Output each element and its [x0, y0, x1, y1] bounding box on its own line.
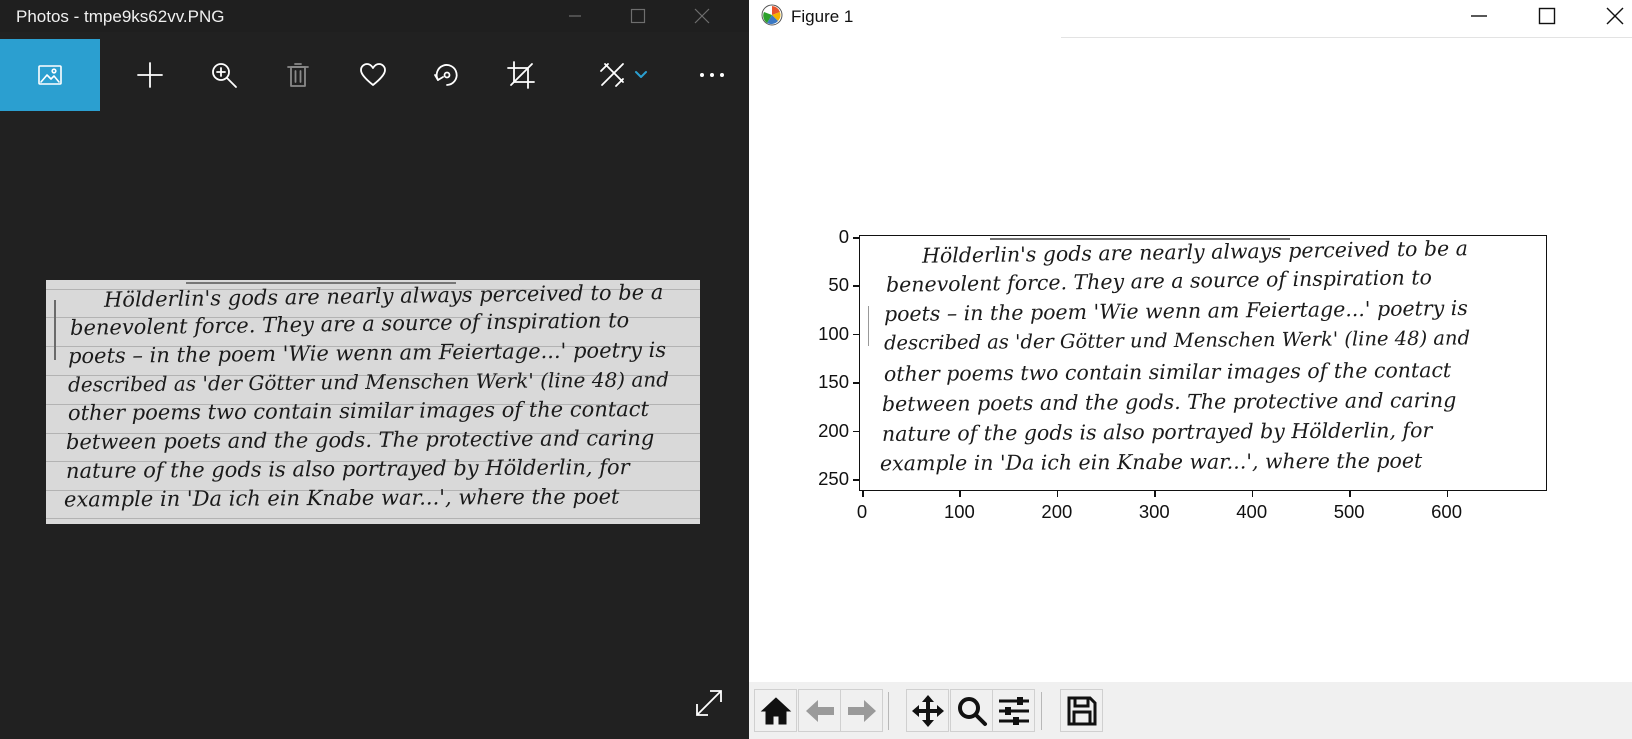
full-screen-button[interactable]	[692, 686, 726, 720]
configure-subplots-icon	[998, 696, 1029, 725]
close-icon	[694, 8, 710, 24]
handwritten-line: nature of the gods is also portrayed by …	[65, 455, 630, 483]
x-tick-label: 100	[943, 501, 975, 522]
pan-button[interactable]	[906, 689, 949, 732]
maximize-button[interactable]	[615, 0, 661, 32]
handwritten-line: example in 'Da ich ein Knabe war...', wh…	[63, 484, 620, 512]
delete-icon	[287, 63, 309, 87]
maximize-button[interactable]	[1524, 0, 1570, 32]
x-tick-mark	[959, 491, 961, 497]
rotate-button[interactable]	[415, 39, 479, 111]
handwritten-line: benevolent force. They are a source of i…	[69, 308, 630, 340]
favorite-button[interactable]	[341, 39, 405, 111]
x-tick-mark	[1349, 491, 1351, 497]
chevron-down-icon	[635, 71, 647, 78]
displayed-image: Hölderlin's gods are nearly always perce…	[46, 280, 700, 524]
x-tick-mark	[1251, 491, 1254, 497]
back-icon	[805, 699, 834, 722]
view-photo-button[interactable]	[0, 39, 100, 111]
photos-title-bar: Photos - tmpe9ks62vv.PNG	[0, 0, 749, 32]
zoom-icon	[212, 63, 237, 88]
more-icon	[700, 73, 724, 77]
x-tick-label: 600	[1431, 501, 1462, 522]
minimize-icon	[569, 15, 581, 17]
handwritten-line: described as 'der Götter und Menschen We…	[67, 367, 670, 397]
maximize-icon	[630, 8, 646, 24]
photos-toolbar	[0, 39, 749, 111]
add-button[interactable]	[118, 39, 182, 111]
handwritten-line: other poems two contain similar images o…	[883, 358, 1452, 386]
x-tick-mark	[1056, 491, 1059, 497]
crop-icon	[507, 61, 535, 89]
x-tick-label: 400	[1236, 501, 1268, 522]
crop-button[interactable]	[489, 39, 553, 111]
photos-window: Photos - tmpe9ks62vv.PNG Hölderlin's god…	[0, 0, 749, 739]
handwritten-line: poets – in the poem 'Wie wenn am Feierta…	[883, 295, 1468, 327]
minimize-button[interactable]	[552, 0, 598, 32]
figure-window-title: Figure 1	[791, 7, 854, 26]
close-button[interactable]	[1592, 0, 1632, 32]
x-tick-mark	[1446, 491, 1449, 497]
zoom-button[interactable]	[192, 39, 256, 111]
handwritten-line: Hölderlin's gods are nearly always perce…	[103, 280, 664, 312]
handwritten-line: poets – in the poem 'Wie wenn am Feierta…	[67, 337, 667, 369]
y-tick-label: 250	[818, 468, 849, 490]
photos-window-title: Photos - tmpe9ks62vv.PNG	[16, 7, 225, 26]
handwritten-line: other poems two contain similar images o…	[67, 396, 650, 426]
edit-create-button[interactable]	[581, 39, 665, 111]
favorite-icon	[360, 63, 386, 86]
x-tick-label: 500	[1333, 501, 1365, 522]
close-icon	[1606, 7, 1624, 25]
back-button[interactable]	[798, 689, 841, 732]
home-button[interactable]	[754, 689, 797, 732]
photo-icon	[38, 65, 62, 85]
forward-icon	[847, 699, 876, 722]
x-tick-mark	[862, 491, 864, 497]
y-tick-label: 100	[818, 322, 849, 344]
maximize-icon	[1538, 7, 1556, 25]
minimize-icon	[1471, 15, 1487, 17]
expand-icon	[696, 690, 722, 716]
add-icon	[137, 62, 163, 88]
handwritten-line: described as 'der Götter und Menschen We…	[883, 326, 1471, 355]
rotate-icon	[434, 64, 458, 86]
figure-window: Figure 1 0 50 100 150 200 250 0 100 200 300 400 50…	[749, 0, 1632, 739]
handwritten-line: nature of the gods is also portrayed by …	[881, 418, 1433, 446]
y-tick-label: 50	[828, 274, 849, 296]
y-tick-label: 0	[838, 226, 849, 247]
x-tick-mark	[1154, 491, 1156, 497]
more-options-button[interactable]	[680, 39, 744, 111]
home-icon	[760, 696, 791, 724]
handwritten-line: example in 'Da ich ein Knabe war...', wh…	[879, 448, 1423, 476]
save-icon	[1067, 696, 1096, 725]
handwritten-line: Hölderlin's gods are nearly always perce…	[921, 236, 1469, 268]
close-button[interactable]	[679, 0, 725, 32]
minimize-button[interactable]	[1456, 0, 1502, 32]
y-tick-label: 200	[818, 419, 849, 441]
zoom-rect-button[interactable]	[950, 689, 993, 732]
x-tick-label: 200	[1041, 501, 1073, 522]
handwritten-line: between poets and the gods. The protecti…	[65, 425, 655, 455]
handwritten-line: between poets and the gods. The protecti…	[881, 387, 1457, 417]
pan-icon	[911, 694, 944, 727]
edit-draw-icon	[600, 63, 624, 87]
configure-subplots-button[interactable]	[992, 689, 1035, 732]
matplotlib-icon	[761, 4, 783, 26]
delete-button[interactable]	[266, 39, 330, 111]
plot-axes: Hölderlin's gods are nearly always perce…	[859, 235, 1547, 491]
zoom-icon	[957, 696, 987, 726]
handwritten-line: benevolent force. They are a source of i…	[885, 265, 1433, 297]
forward-button[interactable]	[840, 689, 883, 732]
save-button[interactable]	[1060, 689, 1103, 732]
x-tick-label: 0	[856, 501, 868, 522]
y-tick-label: 150	[818, 371, 849, 393]
matplotlib-toolbar	[749, 682, 1632, 739]
figure-title-bar: Figure 1	[749, 0, 1632, 32]
x-tick-label: 300	[1138, 501, 1170, 522]
